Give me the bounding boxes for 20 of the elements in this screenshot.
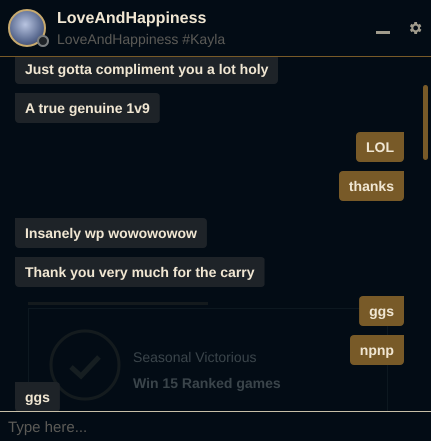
- message-bubble: Thank you very much for the carry: [15, 257, 265, 287]
- minimize-icon: [376, 31, 390, 34]
- message-bubble: Just gotta compliment you a lot holy: [15, 57, 278, 84]
- message-input[interactable]: Type here...: [0, 412, 431, 441]
- message-bubble: A true genuine 1v9: [15, 93, 160, 123]
- message-bubble: npnp: [350, 335, 404, 365]
- message-bubble: LOL: [356, 132, 404, 162]
- scrollbar-thumb[interactable]: [423, 85, 428, 160]
- friend-tag: LoveAndHappiness #Kayla: [57, 30, 365, 46]
- settings-icon: [407, 20, 423, 36]
- status-icon: [37, 35, 49, 47]
- settings-button[interactable]: [407, 20, 423, 36]
- message-bubble: Insanely wp wowowowow: [15, 218, 207, 248]
- message-bubble: thanks: [338, 171, 404, 201]
- achievement-title: Seasonal Victorious: [133, 349, 258, 365]
- message-bubble: ggs: [15, 382, 60, 411]
- achievement-description: Win 15 Ranked games: [133, 375, 281, 391]
- message-bubble: ggs: [359, 296, 404, 326]
- friend-name: LoveAndHappiness: [57, 10, 208, 28]
- checkmark-icon: [49, 329, 121, 401]
